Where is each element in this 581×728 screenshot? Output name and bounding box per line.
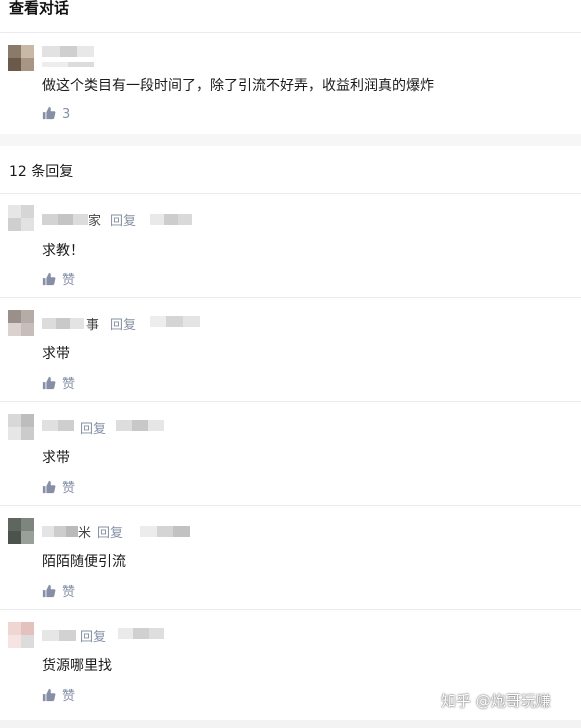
thumbs-up-icon (42, 584, 56, 598)
post-content: 做这个类目有一段时间了，除了引流不好弄，收益利润真的爆炸 (42, 78, 434, 94)
username-blurred[interactable] (42, 212, 88, 225)
thumbs-up-icon (42, 376, 56, 390)
reply-text: 陌陌随便引流 (42, 554, 126, 570)
avatar[interactable] (8, 310, 34, 336)
username-blurred (42, 57, 94, 67)
like-label: 赞 (62, 377, 76, 392)
like-button[interactable]: 赞 (42, 269, 75, 288)
username-blurred[interactable] (42, 316, 84, 329)
avatar[interactable] (8, 518, 34, 544)
username-blurred[interactable] (42, 418, 74, 431)
reply-item: 事 回复 求带 赞 (0, 298, 581, 402)
reply-text: 求带 (42, 346, 70, 362)
reply-to-label[interactable]: 回复 (110, 210, 136, 229)
avatar[interactable] (8, 622, 34, 648)
username-suffix[interactable]: 米 (78, 522, 91, 541)
avatar[interactable] (8, 45, 34, 71)
reply-text: 货源哪里找 (42, 658, 112, 674)
thumbs-up-icon (42, 480, 56, 494)
username-blurred[interactable] (42, 44, 94, 57)
thumbs-up-icon (42, 106, 56, 120)
reply-to-label[interactable]: 回复 (80, 626, 106, 645)
reply-to-label[interactable]: 回复 (97, 522, 123, 541)
reply-target-blurred[interactable] (140, 524, 190, 537)
username-blurred[interactable] (42, 628, 76, 641)
like-label: 赞 (62, 481, 76, 496)
reply-target-blurred[interactable] (150, 212, 192, 225)
username-blurred[interactable] (42, 524, 78, 537)
reply-count: 12 条回复 (9, 164, 74, 180)
reply-item: 家 回复 求教！ 赞 (0, 194, 581, 298)
watermark: 知乎 @炮哥玩赚 (441, 692, 551, 710)
like-button[interactable]: 3 (42, 106, 70, 122)
like-button[interactable]: 赞 (42, 373, 75, 392)
section-divider (0, 134, 581, 146)
reply-item: 回复 求带 赞 (0, 402, 581, 506)
reply-target-blurred[interactable] (118, 626, 164, 639)
like-button[interactable]: 赞 (42, 477, 75, 496)
avatar[interactable] (8, 205, 34, 231)
like-button[interactable]: 赞 (42, 685, 75, 704)
avatar[interactable] (8, 414, 34, 440)
username-suffix[interactable]: 家 (88, 210, 101, 229)
like-label: 赞 (62, 585, 76, 600)
reply-item: 米 回复 陌陌随便引流 赞 (0, 506, 581, 610)
reply-target-blurred[interactable] (150, 314, 200, 327)
reply-to-label[interactable]: 回复 (80, 418, 106, 437)
like-label: 赞 (62, 689, 76, 704)
like-button[interactable]: 赞 (42, 581, 75, 600)
bottom-divider (0, 720, 581, 728)
like-count: 3 (62, 107, 71, 122)
page-title: 查看对话 (9, 0, 70, 17)
like-label: 赞 (62, 273, 76, 288)
thumbs-up-icon (42, 272, 56, 286)
reply-target-blurred[interactable] (116, 418, 164, 431)
username-suffix[interactable]: 事 (86, 314, 99, 333)
header-divider (0, 32, 581, 33)
reply-text: 求带 (42, 450, 70, 466)
thumbs-up-icon (42, 688, 56, 702)
reply-to-label[interactable]: 回复 (110, 314, 136, 333)
reply-text: 求教！ (42, 243, 84, 259)
dialog-header: 查看对话 (0, 0, 581, 34)
